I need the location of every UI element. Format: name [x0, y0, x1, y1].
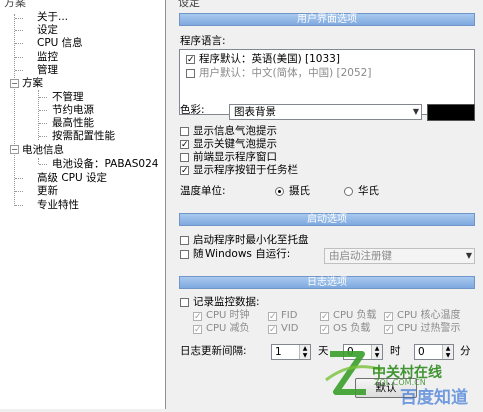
tree-branch [15, 18, 23, 19]
tree-branch [39, 97, 47, 98]
startup-method-select[interactable]: 由启动注册键 ▼ [324, 248, 475, 264]
tree-branch [15, 178, 23, 179]
ui-options-band: 用户界面选项 [179, 13, 475, 26]
tree-branch [39, 136, 47, 137]
option-checkbox-taskbar[interactable]: ✓ [180, 166, 189, 176]
chevron-down-icon: ▼ [465, 251, 472, 260]
log-record-checkbox[interactable] [180, 298, 189, 307]
option-checkbox-info-tips[interactable] [180, 127, 189, 136]
color-select[interactable]: 图表背景 ▼ [229, 104, 422, 120]
log-cpu-throttle-label[interactable]: CPU 减负 [206, 323, 250, 335]
language-checkbox-user[interactable] [186, 69, 195, 78]
log-interval-label: 日志更新间隔: [180, 345, 247, 357]
chevron-down-icon: ▼ [412, 107, 419, 116]
tree-branch [15, 43, 23, 44]
tree-item-manage[interactable]: 管理 [37, 64, 58, 76]
tree-branch [39, 164, 47, 165]
log-options-band: 日志选项 [179, 276, 475, 289]
log-cpu-throttle-checkbox[interactable]: ✓ [193, 325, 202, 335]
color-swatch[interactable] [427, 104, 475, 121]
radio-celsius[interactable] [275, 187, 284, 196]
radio-celsius-label[interactable]: 摄氏 [289, 185, 310, 197]
language-option-program[interactable]: 程序默认：英语(美国) [1033] [199, 53, 340, 65]
log-core-temp-checkbox[interactable]: ✓ [384, 312, 393, 322]
startup-minimize-checkbox[interactable] [180, 236, 189, 245]
log-core-temp-label[interactable]: CPU 核心温度 [397, 310, 461, 322]
log-os-load-label[interactable]: OS 负载 [333, 323, 370, 335]
startup-with-prefix[interactable]: 随 [193, 248, 204, 260]
tree-item-cpu-info[interactable]: CPU 信息 [37, 37, 83, 49]
watermark-text-bottom: 百度知道 [400, 388, 468, 408]
language-option-user[interactable]: 用户默认：中文(简体，中国) [2052] [199, 67, 371, 79]
tree-item-battery-info[interactable]: 电池信息 [22, 144, 64, 156]
tree-item-update[interactable]: 更新 [37, 185, 58, 197]
interval-days-spinner[interactable]: 1 ▲ ▼ [271, 344, 311, 360]
startup-with-windows-checkbox[interactable] [180, 250, 189, 259]
tree-item-on-demand[interactable]: 按需配置性能 [52, 130, 115, 142]
tree-item-monitor[interactable]: 监控 [37, 51, 58, 63]
color-label: 色彩: [180, 104, 205, 116]
startup-with-windows-label[interactable]: Windows 自运行: [205, 248, 290, 260]
tree-branch [15, 57, 23, 58]
option-checkbox-front-window[interactable] [180, 153, 189, 162]
collapse-icon[interactable]: − [10, 79, 19, 88]
spinner-arrows-icon[interactable]: ▲ ▼ [299, 345, 310, 359]
tree-branch [15, 205, 23, 206]
log-vid-label[interactable]: VID [281, 323, 299, 335]
startup-method-value: 由启动注册键 [329, 250, 392, 262]
collapse-icon[interactable]: − [10, 145, 19, 154]
log-overheat-checkbox[interactable]: ✓ [384, 325, 393, 335]
option-checkbox-key-tips[interactable]: ✓ [180, 140, 189, 150]
tree-item-profiles[interactable]: 方案 [22, 77, 43, 89]
log-fid-label[interactable]: FID [281, 310, 297, 322]
interval-days-value: 1 [275, 346, 282, 358]
tree-item-battery-device[interactable]: 电池设备：PABAS024 [52, 158, 158, 170]
watermark: 中关村在线 ZOL.COM.CN 百度知道 [322, 340, 483, 409]
option-front-window[interactable]: 前端显示程序窗口 [193, 151, 277, 163]
tree-branch [39, 123, 47, 124]
tree-branch [15, 30, 23, 31]
language-checkbox-default[interactable]: ✓ [186, 55, 195, 65]
option-key-tips[interactable]: 显示关键气泡提示 [193, 138, 277, 150]
log-cpu-clock-checkbox[interactable]: ✓ [193, 312, 202, 322]
language-label: 程序语言: [180, 35, 226, 47]
tree-item-pro-features[interactable]: 专业特性 [37, 199, 79, 211]
startup-minimize-label[interactable]: 启动程序时最小化至托盘 [193, 234, 309, 246]
log-vid-checkbox[interactable]: ✓ [268, 325, 277, 335]
startup-options-band: 启动选项 [179, 213, 475, 226]
option-taskbar[interactable]: 显示程序按钮于任务栏 [193, 164, 298, 176]
tree-item-advanced-cpu[interactable]: 高级 CPU 设定 [37, 172, 107, 184]
tree-item-no-manage[interactable]: 不管理 [52, 91, 84, 103]
tree-item-max-performance[interactable]: 最高性能 [52, 117, 94, 129]
tree-panel[interactable]: 方案 − − 关于... 设定 CPU 信息 监控 管理 方案 不管理 节约电源… [0, 0, 166, 409]
settings-header: 设定 [178, 0, 200, 9]
color-select-value: 图表背景 [234, 106, 276, 118]
log-cpu-load-label[interactable]: CPU 负载 [333, 310, 377, 322]
tree-header: 方案 [4, 0, 26, 9]
radio-fahrenheit-label[interactable]: 华氏 [358, 185, 379, 197]
tree-item-settings[interactable]: 设定 [37, 24, 58, 36]
tree-item-power-save[interactable]: 节约电源 [52, 104, 94, 116]
log-os-load-checkbox[interactable]: ✓ [320, 325, 329, 335]
tree-branch [39, 110, 47, 111]
radio-fahrenheit[interactable] [344, 187, 353, 196]
tree-item-about[interactable]: 关于... [37, 11, 68, 23]
log-overheat-label[interactable]: CPU 过热警示 [397, 323, 461, 335]
log-record-label[interactable]: 记录监控数据: [193, 296, 260, 308]
log-cpu-load-checkbox[interactable]: ✓ [320, 312, 329, 322]
tree-branch [15, 191, 23, 192]
log-cpu-clock-label[interactable]: CPU 时钟 [206, 310, 250, 322]
temperature-label: 温度单位: [180, 185, 226, 197]
tree-branch [15, 70, 23, 71]
option-info-tips[interactable]: 显示信息气泡提示 [193, 125, 277, 137]
log-fid-checkbox[interactable]: ✓ [268, 312, 277, 322]
